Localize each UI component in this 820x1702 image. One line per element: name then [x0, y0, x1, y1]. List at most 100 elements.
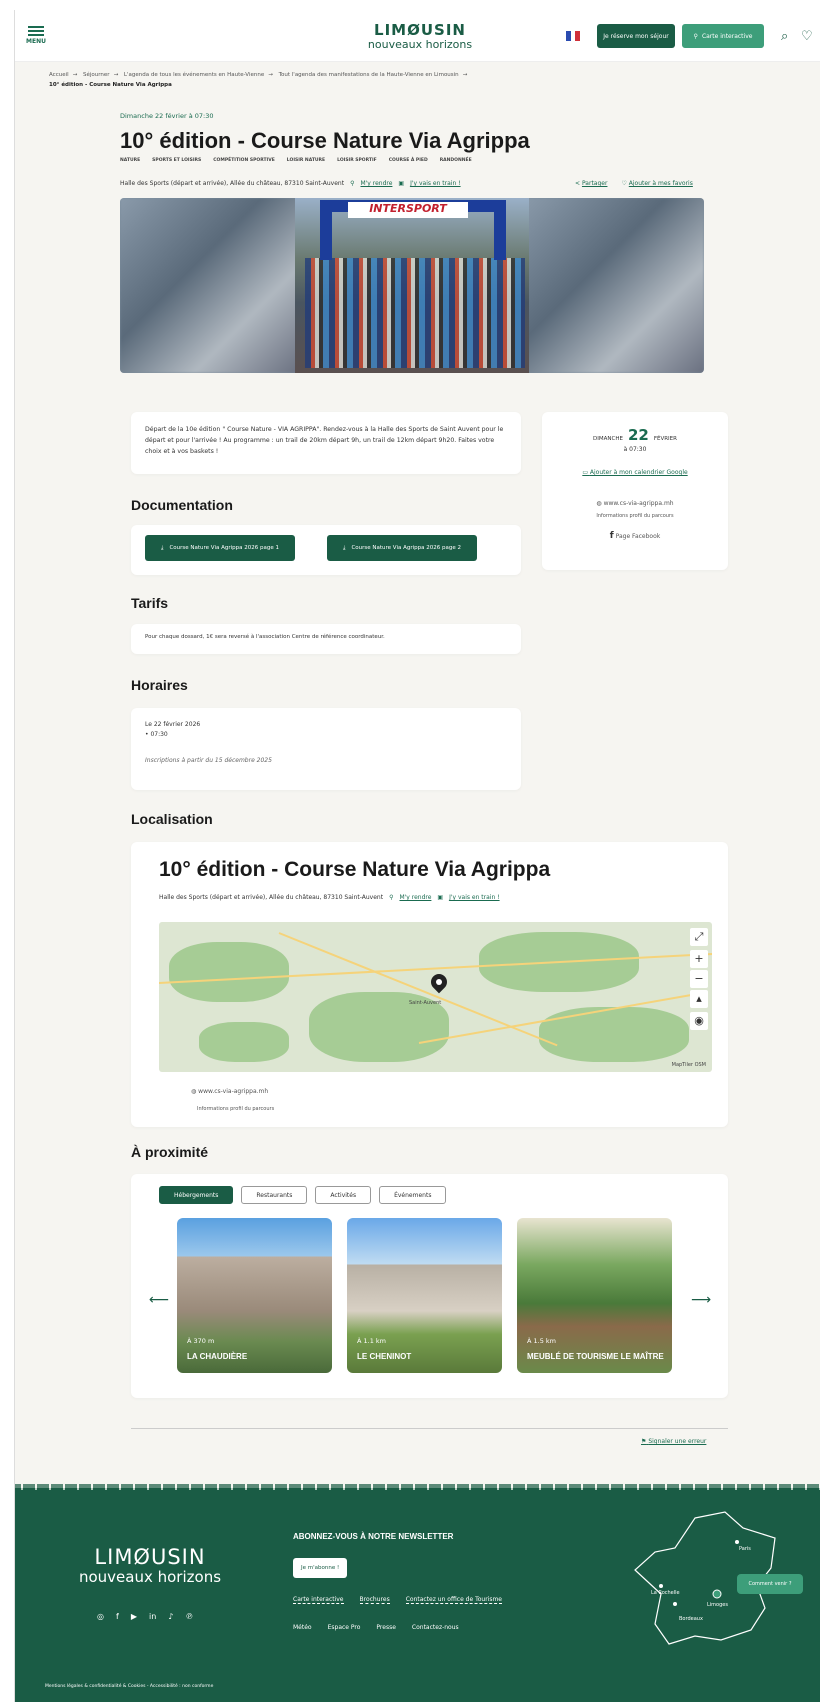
tiktok-icon[interactable]: ♪ — [168, 1612, 173, 1621]
linkedin-icon[interactable]: in — [149, 1612, 156, 1621]
documentation-heading: Documentation — [131, 497, 233, 513]
locate-icon[interactable]: ◉ — [690, 1012, 708, 1030]
event-address: Halle des Sports (départ et arrivée), Al… — [120, 180, 345, 187]
localisation-heading: Localisation — [131, 811, 213, 827]
directions-link[interactable]: M'y rendre — [399, 894, 431, 901]
tab-activites[interactable]: Activités — [315, 1186, 372, 1204]
runners-crowd — [305, 258, 525, 368]
map-pin-icon[interactable] — [427, 970, 451, 994]
map-forest — [199, 1022, 289, 1062]
proximite-card: Hébergements Restaurants Activités Événe… — [131, 1174, 728, 1398]
place-name: LA CHAUDIÈRE — [187, 1352, 248, 1361]
heart-icon[interactable]: ♡ — [801, 29, 813, 44]
footer-link[interactable]: Carte interactive — [293, 1596, 344, 1604]
share-button[interactable]: < Partager — [575, 180, 607, 187]
website-label: www.cs-via-agrippa.mh — [198, 1088, 269, 1095]
facebook-label: Page Facebook — [615, 533, 661, 540]
instagram-icon[interactable]: ◎ — [97, 1612, 104, 1621]
carousel-next-arrow-icon[interactable]: ⟶ — [691, 1292, 711, 1308]
place-card[interactable]: À 370 m LA CHAUDIÈRE — [177, 1218, 332, 1373]
breadcrumb-item[interactable]: Séjourner — [83, 72, 110, 78]
footer-logo-line2: nouveaux horizons — [78, 1568, 222, 1586]
localisation-title: 10° édition - Course Nature Via Agrippa — [159, 858, 551, 881]
directions-link[interactable]: M'y rendre — [360, 180, 392, 187]
arrow-right-icon: → — [113, 72, 119, 78]
place-distance: À 1.1 km — [357, 1337, 387, 1345]
zoom-out-icon[interactable]: − — [690, 970, 708, 988]
tab-hebergements[interactable]: Hébergements — [159, 1186, 234, 1204]
fullscreen-icon[interactable]: ⤢ — [690, 928, 708, 946]
profile-info-link[interactable]: Informations profil du parcours — [197, 1106, 274, 1112]
breadcrumb-item[interactable]: Tout l'agenda des manifestations de la H… — [279, 72, 459, 78]
footer-logo[interactable]: LIMØUSIN nouveaux horizons — [77, 1546, 223, 1586]
carousel-prev-arrow-icon[interactable]: ⟵ — [149, 1292, 169, 1308]
download-icon: ⤓ — [161, 544, 164, 551]
footer-link[interactable]: Brochures — [359, 1596, 390, 1604]
arrow-right-icon: → — [268, 72, 273, 78]
location-map[interactable]: Saint-Auvent ⤢ + − ▴ ◉ MapTiler OSM — [159, 922, 712, 1072]
hamburger-icon — [28, 26, 44, 28]
search-icon[interactable]: ⌕ — [781, 29, 788, 44]
book-stay-button[interactable]: Je réserve mon séjour — [597, 24, 675, 48]
divider — [131, 1428, 728, 1429]
breadcrumb-item[interactable]: Accueil — [49, 72, 69, 78]
website-link[interactable]: ◍ www.cs-via-agrippa.mh — [191, 1088, 268, 1095]
how-to-come-button[interactable]: Comment venir ? — [737, 1574, 803, 1594]
footer-link[interactable]: Contactez-nous — [412, 1624, 459, 1631]
footer-link[interactable]: Météo — [293, 1624, 312, 1631]
share-label: Partager — [581, 180, 608, 187]
train-link[interactable]: J'y vais en train ! — [449, 894, 499, 901]
website-link[interactable]: ◍ www.cs-via-agrippa.mh — [552, 500, 718, 507]
logo-line1: LIMØUSIN — [374, 21, 466, 39]
breadcrumb: Accueil → Séjourner → L'agenda de tous les… — [49, 70, 609, 90]
footer-link[interactable]: Espace Pro — [328, 1624, 361, 1631]
footer-logo-line1: LIMØUSIN — [94, 1545, 206, 1569]
tarifs-card: Pour chaque dossard, 1€ sera reversé à l… — [131, 624, 521, 654]
footer-links-secondary: Météo Espace Pro Presse Contactez-nous — [293, 1624, 459, 1631]
location-pin-icon: ⚲ — [350, 180, 355, 187]
train-link[interactable]: J'y vais en train ! — [410, 180, 460, 187]
favorite-label: Ajouter à mes favoris — [628, 180, 693, 187]
add-calendar-link[interactable]: ▭ Ajouter à mon calendrier Google — [552, 469, 718, 476]
download-doc-button[interactable]: ⤓ Course Nature Via Agrippa 2026 page 2 — [327, 535, 477, 561]
favorite-button[interactable]: ♡ Ajouter à mes favoris — [621, 180, 692, 187]
logo-line2: nouveaux horizons — [367, 38, 473, 51]
legal-links[interactable]: Mentions légales & confidentialité & Coo… — [45, 1684, 213, 1689]
report-error-label: Signaler une erreur — [648, 1438, 707, 1445]
tarifs-heading: Tarifs — [131, 595, 169, 611]
tab-evenements[interactable]: Événements — [379, 1186, 447, 1204]
subscribe-button[interactable]: Je m'abonne ! — [293, 1558, 348, 1578]
download-doc-button[interactable]: ⤓ Course Nature Via Agrippa 2026 page 1 — [145, 535, 295, 561]
page-title: 10° édition - Course Nature Via Agrippa — [120, 128, 530, 153]
event-date: Dimanche 22 février à 07:30 — [120, 112, 214, 120]
site-logo[interactable]: LIMØUSIN nouveaux horizons — [355, 22, 485, 51]
tab-restaurants[interactable]: Restaurants — [241, 1186, 308, 1204]
breadcrumb-item[interactable]: L'agenda de tous les événements en Haute… — [124, 72, 264, 78]
place-card[interactable]: À 1.1 km LE CHENINOT — [347, 1218, 502, 1373]
horaire-time: 07:30 — [150, 731, 168, 738]
compass-icon[interactable]: ▴ — [690, 990, 708, 1008]
calendar-icon: ▭ — [582, 469, 588, 476]
facebook-icon: f — [609, 531, 614, 541]
footer-link[interactable]: Presse — [376, 1624, 395, 1631]
flag-icon: ⚑ — [641, 1438, 647, 1445]
tag: SPORTS ET LOISIRS — [152, 158, 202, 163]
place-card[interactable]: À 1.5 km MEUBLÉ DE TOURISME LE MAÎTRE — [517, 1218, 672, 1373]
profile-info-link[interactable]: Informations profil du parcours — [552, 513, 718, 519]
report-error-link[interactable]: ⚑ Signaler une erreur — [641, 1438, 706, 1445]
facebook-link[interactable]: f Page Facebook — [552, 531, 718, 541]
youtube-icon[interactable]: ▶ — [131, 1612, 137, 1621]
menu-button[interactable]: MENU — [25, 24, 47, 50]
pinterest-icon[interactable]: ℗ — [185, 1612, 193, 1621]
footer-link[interactable]: Contactez un office de Tourisme — [405, 1596, 502, 1604]
description-card: Départ de la 10e édition " Course Nature… — [131, 412, 521, 474]
facebook-icon[interactable]: f — [116, 1612, 119, 1621]
french-flag-icon[interactable] — [566, 31, 581, 41]
zoom-in-icon[interactable]: + — [690, 950, 708, 968]
footer-links-primary: Carte interactive Brochures Contactez un… — [293, 1596, 502, 1604]
share-icon: < — [575, 180, 581, 187]
event-info-card: DIMANCHE 22 FÉVRIER à 07:30 ▭ Ajouter à … — [542, 412, 728, 570]
tag: COMPÉTITION SPORTIVE — [213, 158, 275, 163]
interactive-map-button[interactable]: ⚲ Carte interactive — [682, 24, 764, 48]
localisation-address: Halle des Sports (départ et arrivée), Al… — [159, 894, 384, 901]
